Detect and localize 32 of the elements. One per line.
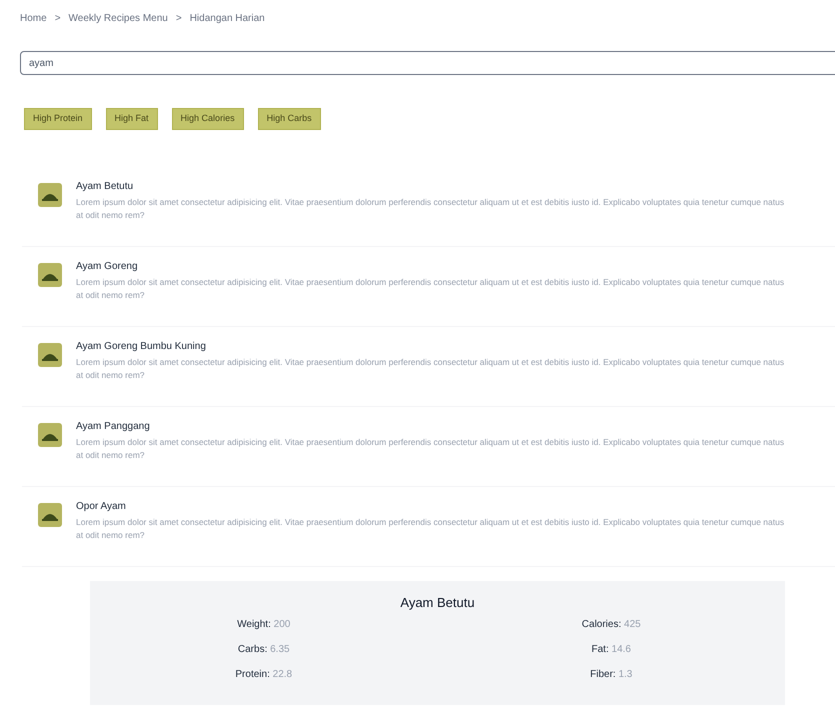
recipe-description: Lorem ipsum dolor sit amet consectetur adipisicing elit. Vitae praesentium dolorum perferendis consectetur aliquam ut et est debitis iusto id. Explicabo voluptates quia tenetur cumque natus at odit nemo rem? [76, 356, 786, 382]
breadcrumb-link[interactable]: Weekly Recipes Menu [68, 10, 168, 26]
dish-icon [38, 263, 62, 287]
nutrition-stat: Weight: 200 [237, 618, 290, 632]
nutrition-stat: Fat: 14.6 [592, 642, 631, 656]
recipe-description: Lorem ipsum dolor sit amet consectetur adipisicing elit. Vitae praesentium dolorum perferendis consectetur aliquam ut et est debitis iusto id. Explicabo voluptates quia tenetur cumque natus at odit nemo rem? [76, 196, 786, 222]
breadcrumb-link[interactable]: Home [20, 10, 47, 26]
breadcrumb-link[interactable]: Hidangan Harian [190, 10, 265, 26]
recipe-description: Lorem ipsum dolor sit amet consectetur adipisicing elit. Vitae praesentium dolorum perferendis consectetur aliquam ut et est debitis iusto id. Explicabo voluptates quia tenetur cumque natus at odit nemo rem? [76, 276, 786, 302]
nutrition-stat: Fiber: 1.3 [590, 668, 632, 682]
recipe-description: Lorem ipsum dolor sit amet consectetur adipisicing elit. Vitae praesentium dolorum perferendis consectetur aliquam ut et est debitis iusto id. Explicabo voluptates quia tenetur cumque natus at odit nemo rem? [76, 436, 786, 462]
search-field[interactable]: ayam [20, 51, 835, 75]
nutrition-stat: Calories: 425 [582, 618, 641, 632]
nutrition-stat: Protein: 22.8 [235, 668, 292, 682]
recipe-description: Lorem ipsum dolor sit amet consectetur adipisicing elit. Vitae praesentium dolorum perferendis consectetur aliquam ut et est debitis iusto id. Explicabo voluptates quia tenetur cumque natus at odit nemo rem? [76, 516, 786, 542]
recipe-name: Ayam Betutu [76, 180, 134, 194]
recipe-name: Ayam Goreng [76, 260, 139, 274]
breadcrumb-separator: > [176, 12, 182, 26]
filter-chip[interactable]: High Carbs [258, 108, 321, 130]
filter-chip[interactable]: High Calories [172, 108, 244, 130]
recipe-name: Opor Ayam [76, 500, 127, 514]
filter-chip[interactable]: High Protein [24, 108, 92, 130]
dish-icon [38, 423, 62, 447]
breadcrumb-separator: > [54, 12, 61, 26]
dish-icon [38, 503, 62, 527]
panel-title: Ayam Betutu [400, 594, 475, 612]
recipe-name: Ayam Goreng Bumbu Kuning [76, 340, 207, 354]
dish-icon [38, 343, 62, 367]
recipe-name: Ayam Panggang [76, 420, 151, 434]
dish-icon [38, 183, 62, 207]
nutrition-stat: Carbs: 6.35 [238, 642, 290, 656]
filter-chip[interactable]: High Fat [106, 108, 158, 130]
